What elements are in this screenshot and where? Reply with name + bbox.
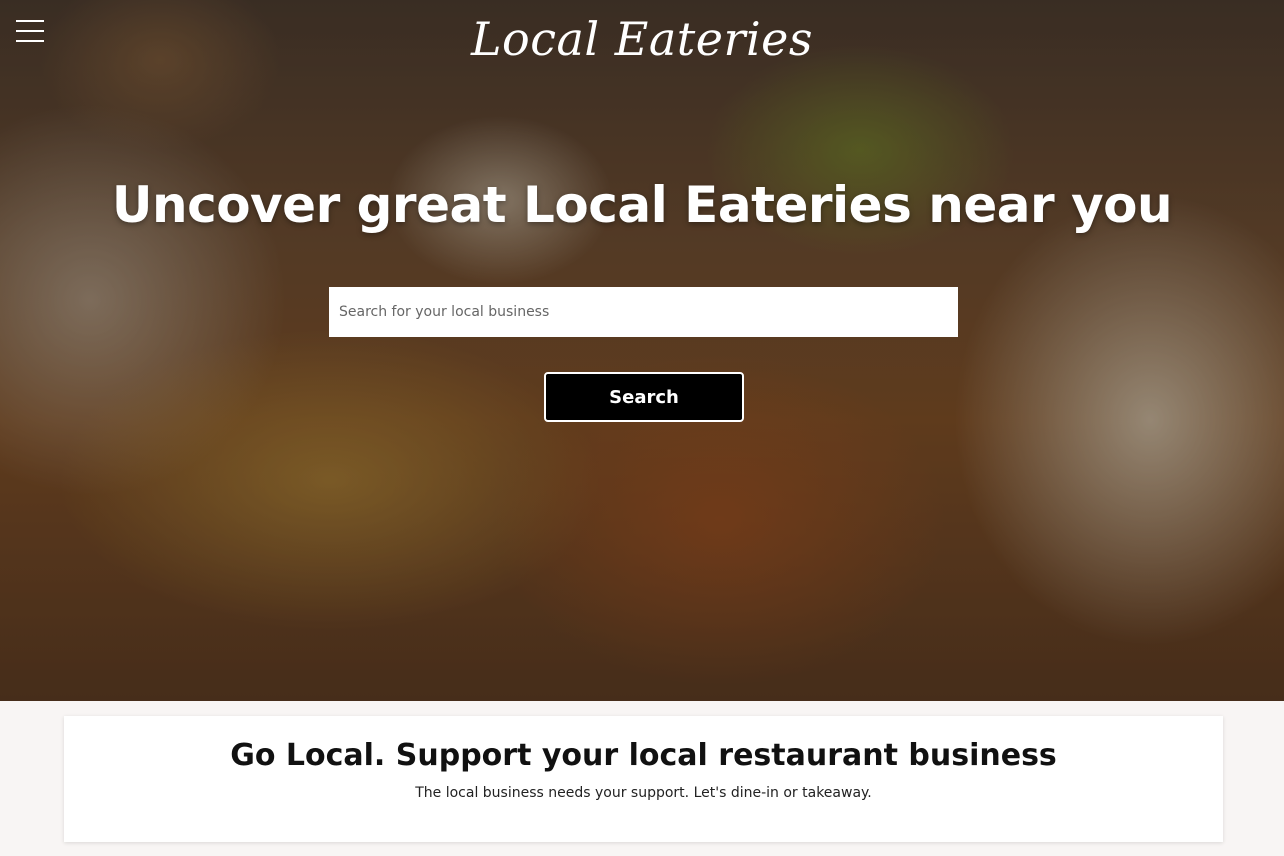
hero-section: Local Eateries Uncover great Local Eater… <box>0 0 1284 701</box>
promo-text: The local business needs your support. L… <box>415 785 872 801</box>
site-logo[interactable]: Local Eateries <box>0 12 1284 66</box>
promo-title: Go Local. Support your local restaurant … <box>230 738 1057 773</box>
hero-headline: Uncover great Local Eateries near you <box>111 176 1173 234</box>
promo-card: Go Local. Support your local restaurant … <box>64 716 1223 842</box>
hero-background-image <box>0 0 1284 701</box>
search-button[interactable]: Search <box>544 372 744 422</box>
search-input[interactable] <box>329 287 958 337</box>
